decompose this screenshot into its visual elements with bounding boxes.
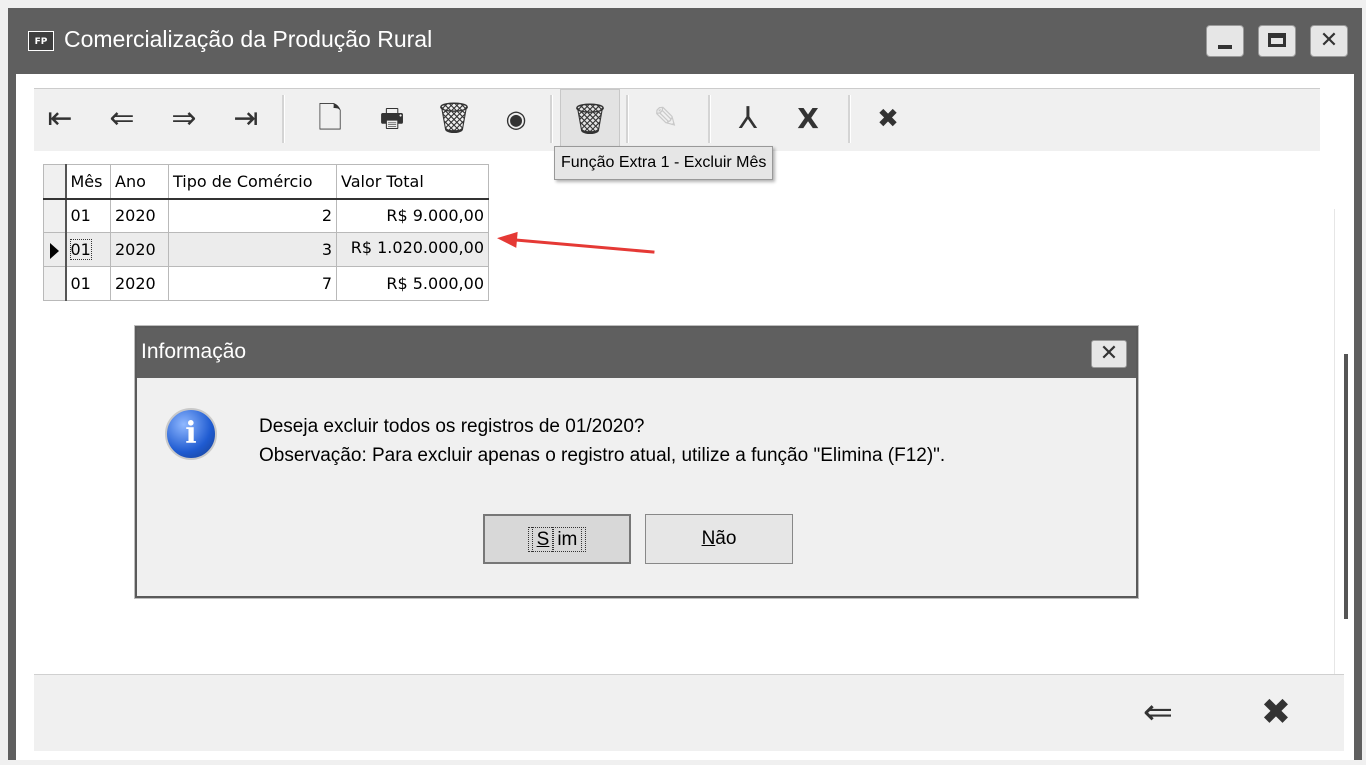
toolbar-separator [550,95,553,143]
extra-function-delete-button[interactable]: 🗑 [560,89,620,149]
grid-header-row: Mês Ano Tipo de Comércio Valor Total [43,164,489,200]
toolbar: ⇤ ⇐ ⇒ ⇥ 🗋 🖶 🗑 ◉ 🗑 ✎ ⅄ X ✖ [34,88,1320,151]
close-window-button[interactable]: ✕ [1310,25,1348,57]
no-button[interactable]: Não [645,514,793,564]
first-record-button[interactable]: ⇤ [34,89,86,149]
cell-ano[interactable]: 2020 [110,266,169,301]
back-button[interactable]: ⇐ [1128,683,1188,743]
toolbar-separator [848,95,851,143]
minimize-button[interactable] [1206,25,1244,57]
toolbar-separator [708,95,711,143]
records-grid: Mês Ano Tipo de Comércio Valor Total 01 … [43,164,489,301]
table-row[interactable]: 01 2020 2 R$ 9.000,00 [43,198,489,233]
delete-button[interactable]: 🗑 [428,89,480,149]
bottom-bar: ⇐ ✖ [34,674,1344,751]
close-form-button[interactable]: ✖ [1246,683,1306,743]
no-accelerator: N [701,528,716,549]
edit-button-disabled[interactable]: ✎ [640,89,692,149]
information-dialog: Informação ✕ i Deseja excluir todos os r… [135,326,1138,598]
yes-button-label: Sim [527,527,587,552]
maximize-button[interactable] [1258,25,1296,57]
previous-record-button[interactable]: ⇐ [96,89,148,149]
view-button[interactable]: ◉ [490,89,542,149]
vertical-scrollbar-thumb[interactable] [1344,354,1348,619]
app-icon: FP [28,31,54,51]
column-header-ano[interactable]: Ano [110,164,169,200]
minimize-icon [1218,45,1232,49]
table-row[interactable]: 01 2020 7 R$ 5.000,00 [43,266,489,301]
window-title: Comercialização da Produção Rural [64,26,433,52]
yes-accelerator: S [531,527,555,552]
cell-ano[interactable]: 2020 [110,232,169,267]
dialog-message-line1: Deseja excluir todos os registros de 01/… [259,416,645,437]
toolbar-tooltip: Função Extra 1 - Excluir Mês [554,146,774,180]
column-header-tipo[interactable]: Tipo de Comércio [168,164,337,200]
no-label-rest: ão [715,528,737,549]
dialog-message-line2: Observação: Para excluir apenas o regist… [259,445,946,466]
print-button[interactable]: 🖶 [366,89,418,149]
cell-tipo[interactable]: 2 [168,198,337,233]
yes-button[interactable]: Sim [483,514,631,564]
cell-valor-text: R$ 1.020.000,00 [350,238,484,257]
toolbar-separator [626,95,629,143]
yes-label-rest: im [552,527,583,552]
pdf-export-button[interactable]: ⅄ [722,89,774,149]
cell-tipo[interactable]: 7 [168,266,337,301]
table-row-selected[interactable]: 01 2020 3 R$ 1.020.000,00 [43,232,489,267]
row-indicator[interactable] [43,232,67,267]
next-record-button[interactable]: ⇒ [158,89,210,149]
new-document-button[interactable]: 🗋 [304,89,356,149]
dialog-close-button[interactable]: ✕ [1091,340,1127,368]
dialog-message: Deseja excluir todos os registros de 01/… [259,412,945,470]
toolbar-separator [282,95,285,143]
cell-valor[interactable]: R$ 1.020.000,00 [336,232,489,267]
cell-ano[interactable]: 2020 [110,198,169,233]
column-header-mes[interactable]: Mês [65,164,111,200]
grid-divider [1334,209,1335,739]
cell-tipo[interactable]: 3 [168,232,337,267]
current-row-arrow-icon [50,242,59,259]
column-header-valor[interactable]: Valor Total [336,164,489,200]
cell-mes[interactable]: 01 [65,198,111,233]
cell-mes-text: 01 [69,239,92,260]
grid-indicator-header [43,164,67,200]
annotation-arrow-icon [496,230,518,248]
cell-valor[interactable]: R$ 5.000,00 [336,266,489,301]
row-indicator[interactable] [43,266,67,301]
cell-valor[interactable]: R$ 9.000,00 [336,198,489,233]
cell-mes[interactable]: 01 [65,232,111,267]
dialog-title: Informação [141,340,247,363]
maximize-icon [1268,33,1286,47]
window-titlebar[interactable]: FP Comercialização da Produção Rural ✕ [8,8,1362,74]
cancel-button[interactable]: ✖ [862,89,914,149]
excel-export-button[interactable]: X [782,89,834,149]
row-indicator[interactable] [43,198,67,233]
last-record-button[interactable]: ⇥ [220,89,272,149]
dialog-titlebar[interactable]: Informação ✕ [137,328,1136,378]
cell-mes[interactable]: 01 [65,266,111,301]
info-icon: i [165,408,217,460]
